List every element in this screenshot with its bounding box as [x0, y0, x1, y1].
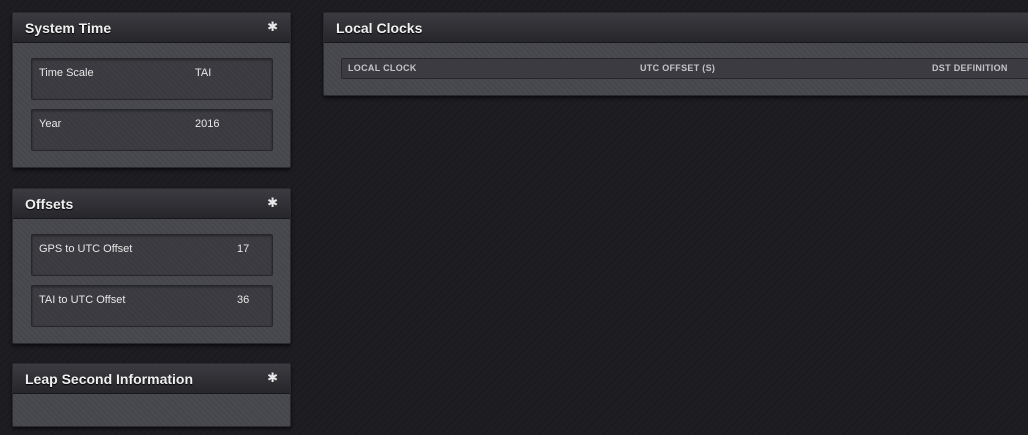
local-clocks-panel-header: Local Clocks	[324, 13, 1028, 43]
leap-second-title: Leap Second Information	[25, 371, 194, 387]
gps-offset-label: GPS to UTC Offset	[39, 243, 133, 255]
year-label: Year	[39, 118, 62, 130]
col-local-clock[interactable]: LOCAL CLOCK	[348, 63, 417, 73]
system-time-panel-header: System Time ✱	[13, 13, 290, 43]
tai-offset-field: TAI to UTC Offset 36	[31, 285, 273, 327]
leap-second-panel: Leap Second Information ✱	[12, 363, 291, 427]
col-dst-definition[interactable]: DST DEFINITION	[932, 63, 1008, 73]
tai-offset-label: TAI to UTC Offset	[39, 294, 126, 306]
gear-icon[interactable]: ✱	[267, 20, 278, 33]
local-clocks-title: Local Clocks	[336, 20, 423, 36]
leap-second-panel-header: Leap Second Information ✱	[13, 364, 290, 394]
offsets-title: Offsets	[25, 196, 74, 212]
time-scale-value: TAI	[195, 67, 212, 79]
gear-icon[interactable]: ✱	[267, 371, 278, 384]
col-utc-offset[interactable]: UTC OFFSET (S)	[640, 63, 715, 73]
offsets-panel: Offsets ✱ GPS to UTC Offset 17 TAI to UT…	[12, 188, 291, 344]
time-scale-field: Time Scale TAI	[31, 58, 273, 100]
page: System Time ✱ Time Scale TAI Year 2016 O…	[0, 0, 1028, 435]
gear-icon[interactable]: ✱	[267, 196, 278, 209]
gps-offset-field: GPS to UTC Offset 17	[31, 234, 273, 276]
tai-offset-value: 36	[237, 294, 250, 306]
system-time-panel: System Time ✱ Time Scale TAI Year 2016	[12, 12, 291, 168]
year-value: 2016	[195, 118, 220, 130]
gps-offset-value: 17	[237, 243, 250, 255]
year-field: Year 2016	[31, 109, 273, 151]
local-clocks-panel: Local Clocks LOCAL CLOCK UTC OFFSET (S) …	[323, 12, 1028, 96]
offsets-panel-header: Offsets ✱	[13, 189, 290, 219]
system-time-title: System Time	[25, 20, 112, 36]
local-clocks-table-header: LOCAL CLOCK UTC OFFSET (S) DST DEFINITIO…	[341, 58, 1028, 79]
time-scale-label: Time Scale	[39, 67, 94, 79]
